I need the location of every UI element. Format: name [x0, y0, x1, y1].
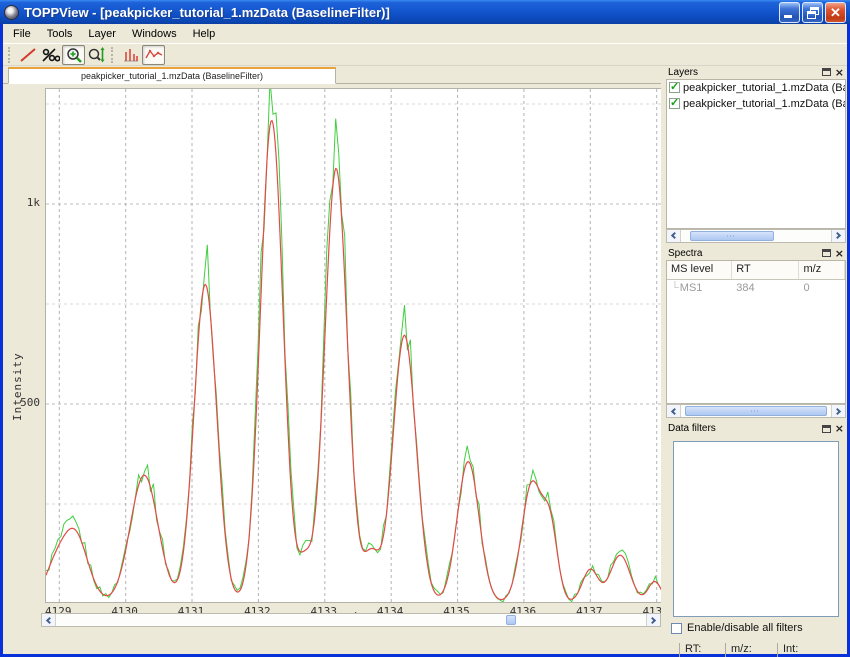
plot-horizontal-scrollbar[interactable] [41, 613, 661, 627]
enable-filters-row: Enable/disable all filters [671, 622, 847, 634]
menu-bar: FileToolsLayerWindowsHelp [3, 24, 847, 44]
spectrum-canvas[interactable] [45, 88, 661, 603]
spectra-cell: 0 [799, 280, 845, 296]
close-panel-icon[interactable]: × [835, 249, 844, 258]
spectra-table[interactable]: MS levelRTm/z └MS13840 [666, 260, 846, 405]
intensity-percentage-button[interactable] [39, 45, 62, 65]
scroll-right-icon[interactable] [646, 614, 660, 626]
close-panel-icon[interactable]: × [835, 68, 844, 77]
intensity-percentage-icon [42, 48, 60, 62]
y-tick-label: 1k [3, 196, 40, 209]
layer-label: peakpicker_tutorial_1.mzData (BaselineFi… [683, 82, 845, 94]
toolbar-handle[interactable] [8, 47, 13, 63]
layer-label: peakpicker_tutorial_1.mzData (BaselineFi… [683, 98, 845, 110]
reset-zoom-button[interactable] [16, 45, 39, 65]
tab-bar: peakpicker_tutorial_1.mzData (BaselineFi… [3, 66, 661, 84]
layer-checkbox[interactable] [669, 82, 680, 93]
scroll-left-icon[interactable] [42, 614, 56, 626]
window-title: TOPPView - [peakpicker_tutorial_1.mzData… [24, 5, 779, 20]
y-tick-label: 500 [3, 396, 40, 409]
raw-data-view-button[interactable] [142, 45, 165, 65]
tab-spectrum[interactable]: peakpicker_tutorial_1.mzData (BaselineFi… [8, 67, 336, 84]
data-filters-panel-header: Data filters × [665, 422, 847, 435]
toolbar-separator [111, 47, 116, 63]
minimize-button[interactable] [779, 2, 800, 23]
spectrum-plot-area[interactable]: Intensity m/z 41294130413141324133413441… [3, 84, 661, 623]
status-mz: m/z: [725, 643, 777, 657]
enable-filters-checkbox[interactable] [671, 623, 682, 634]
raw-data-view-icon [145, 48, 163, 62]
float-panel-icon[interactable] [822, 425, 831, 433]
minimize-icon [784, 15, 792, 18]
close-button[interactable]: ✕ [825, 2, 846, 23]
layers-panel-header: Layers × [665, 66, 847, 79]
layers-scrollbar[interactable] [666, 229, 846, 243]
menu-item-tools[interactable]: Tools [39, 25, 81, 43]
scroll-right-icon[interactable] [831, 405, 845, 417]
layer-checkbox[interactable] [669, 98, 680, 109]
column-header-rt[interactable]: RT [732, 261, 799, 279]
layer-item[interactable]: peakpicker_tutorial_1.mzData (BaselineFi… [667, 80, 845, 96]
spectra-panel-header: Spectra × [665, 247, 847, 260]
layers-list[interactable]: peakpicker_tutorial_1.mzData (BaselineFi… [666, 79, 846, 229]
spectra-scrollbar[interactable] [666, 404, 846, 418]
reset-zoom-icon [20, 48, 36, 62]
data-filters-panel-title: Data filters [668, 423, 822, 434]
zoom-axes-icon [88, 47, 106, 63]
scroll-left-icon[interactable] [667, 405, 681, 417]
y-axis-label: Intensity [11, 352, 24, 421]
series-raw-data [46, 88, 661, 602]
menu-item-file[interactable]: File [5, 25, 39, 43]
zoom-mode-icon [66, 47, 82, 63]
spectra-panel-title: Spectra [668, 248, 822, 259]
menu-item-layer[interactable]: Layer [80, 25, 124, 43]
data-filters-list[interactable] [673, 441, 839, 617]
series-filtered-data [46, 121, 661, 600]
scroll-right-icon[interactable] [831, 230, 845, 242]
scrollbar-thumb[interactable] [506, 615, 516, 625]
app-icon[interactable] [4, 5, 19, 20]
close-panel-icon[interactable]: × [835, 424, 844, 433]
spectra-table-header[interactable]: MS levelRTm/z [667, 261, 845, 280]
close-icon: ✕ [826, 4, 845, 22]
zoom-axes-button[interactable] [85, 45, 108, 65]
restore-button[interactable] [802, 2, 823, 23]
status-bar: RT:m/z:Int: [665, 641, 847, 657]
spectra-cell: 384 [732, 280, 799, 296]
toppview-window: TOPPView - [peakpicker_tutorial_1.mzData… [0, 0, 850, 657]
scrollbar-thumb[interactable] [685, 406, 827, 416]
peaks-view-button[interactable] [119, 45, 142, 65]
scrollbar-thumb[interactable] [690, 231, 774, 241]
spectra-cell: └MS1 [667, 280, 732, 296]
zoom-mode-button[interactable] [62, 45, 85, 65]
column-header-ms-level[interactable]: MS level [667, 261, 732, 279]
spectra-row[interactable]: └MS13840 [667, 280, 845, 296]
float-panel-icon[interactable] [822, 68, 831, 76]
toolbar [3, 44, 847, 66]
peaks-view-icon [123, 48, 139, 62]
status-rt: RT: [679, 643, 725, 657]
column-header-m-z[interactable]: m/z [799, 261, 845, 279]
title-bar: TOPPView - [peakpicker_tutorial_1.mzData… [0, 0, 850, 24]
layers-panel-title: Layers [668, 67, 822, 78]
scroll-left-icon[interactable] [667, 230, 681, 242]
status-int: Int: [777, 643, 829, 657]
menu-item-windows[interactable]: Windows [124, 25, 185, 43]
layer-item[interactable]: peakpicker_tutorial_1.mzData (BaselineFi… [667, 96, 845, 112]
enable-filters-label: Enable/disable all filters [687, 622, 803, 634]
menu-item-help[interactable]: Help [185, 25, 224, 43]
float-panel-icon[interactable] [822, 249, 831, 257]
